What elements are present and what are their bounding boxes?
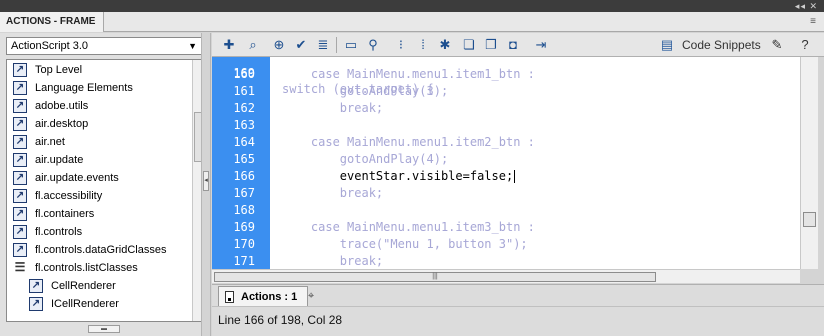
code-line: 161 gotoAndPlay(3);	[233, 84, 449, 98]
wizard-icon[interactable]: ✎	[768, 36, 786, 54]
code-line: 169 case MainMenu.menu1.item3_btn :	[233, 220, 535, 234]
package-icon: ↗	[13, 117, 27, 131]
frame-script-icon	[225, 291, 234, 303]
actions-toolbox: ActionScript 3.0 ▼ ↗ Top Level ↗ Language …	[0, 33, 207, 336]
package-icon: ↗	[13, 225, 27, 239]
actions-toolbar: ✚ ⌕ ⊕ ✔ ≣ ▭ ⚲ ⁝ ⁞ ✱ ❏ ❐ ◘ ⇥ ▤ Code Snipp…	[212, 33, 824, 57]
code-line-active: 166 eventStar.visible=false;	[233, 169, 516, 183]
class-icon: ↗	[29, 279, 43, 293]
language-version-dropdown[interactable]: ActionScript 3.0 ▼	[6, 37, 202, 55]
auto-format-icon[interactable]: ≣	[314, 36, 332, 54]
editor-horizontal-scrollbar[interactable]: |||	[212, 269, 800, 283]
panel-tab-row: ACTIONS - FRAME ≡	[0, 12, 824, 32]
package-icon: ↗	[13, 153, 27, 167]
panel-window-controls[interactable]: ◂◂ ✕	[795, 0, 818, 12]
chevron-down-icon[interactable]: ▼	[188, 38, 197, 54]
pane-splitter[interactable]: ◂	[201, 33, 211, 336]
panel-title-bar[interactable]: ◂◂ ✕	[0, 0, 824, 12]
panel-tab-actions-frame[interactable]: ACTIONS - FRAME	[0, 12, 104, 32]
script-tabs: Actions : 1 ⌖	[212, 284, 824, 307]
package-icon: ↗	[13, 63, 27, 77]
add-statement-icon[interactable]: ✚	[220, 36, 238, 54]
editor-vertical-scrollbar-thumb[interactable]	[803, 212, 816, 227]
collapse-selection-icon[interactable]: ⁞	[414, 36, 432, 54]
code-line: 163	[233, 118, 255, 132]
package-icon: ↗	[13, 81, 27, 95]
tab-actions-1-label: Actions : 1	[241, 291, 298, 303]
code-line: 167 break;	[233, 186, 384, 200]
package-icon: ↗	[13, 135, 27, 149]
editor-vertical-scrollbar[interactable]	[800, 57, 818, 269]
toolbar-separator	[336, 37, 337, 53]
apply-block-comment-icon[interactable]: ❏	[460, 36, 478, 54]
code-line: 170 trace("Menu 1, button 3");	[233, 237, 528, 251]
expand-all-icon[interactable]: ✱	[436, 36, 454, 54]
collapse-toolbox-icon[interactable]: ◂	[203, 171, 209, 191]
status-bar: Line 166 of 198, Col 28	[212, 306, 824, 336]
package-icon: ↗	[13, 243, 27, 257]
toolbox-resize-handle[interactable]: ▬	[88, 325, 120, 333]
package-icon: ↗	[13, 207, 27, 221]
code-hint-icon[interactable]: ▭	[342, 36, 360, 54]
help-icon[interactable]: ?	[796, 36, 814, 54]
code-line: 162 break;	[233, 101, 384, 115]
apply-line-comment-icon[interactable]: ❐	[482, 36, 500, 54]
toolbox-tree[interactable]: ↗ Top Level ↗ Language Elements ↗ adobe.uti…	[6, 59, 202, 322]
find-icon[interactable]: ⌕	[244, 36, 262, 54]
code-line: 164 case MainMenu.menu1.item2_btn :	[233, 135, 535, 149]
code-line: 165 gotoAndPlay(4);	[233, 152, 449, 166]
class-icon: ↗	[29, 297, 43, 311]
editor-horizontal-scrollbar-thumb[interactable]: |||	[214, 272, 656, 282]
package-icon: ↗	[13, 171, 27, 185]
pin-script-icon[interactable]: ⌖	[308, 290, 314, 303]
insert-target-path-icon[interactable]: ⊕	[270, 36, 288, 54]
code-editor[interactable]: 169 switch (evt.target) { 160 case MainM…	[212, 57, 818, 269]
code-line: 171 break;	[233, 254, 384, 268]
code-snippets-label: Code Snippets	[682, 38, 761, 52]
language-version-value: ActionScript 3.0	[11, 40, 89, 52]
code-line: 168	[233, 203, 255, 217]
open-package-icon: ☰	[14, 260, 26, 274]
collapse-between-braces-icon[interactable]: ⁝	[392, 36, 410, 54]
text-caret	[514, 170, 516, 183]
package-icon: ↗	[13, 99, 27, 113]
code-line-partial: 169 switch (evt.target) {	[233, 66, 434, 96]
code-snippets-icon: ▤	[660, 37, 674, 52]
panel-menu-icon[interactable]: ≡	[810, 16, 816, 27]
remove-comment-icon[interactable]: ◘	[504, 36, 522, 54]
package-icon: ↗	[13, 189, 27, 203]
check-syntax-icon[interactable]: ✔	[292, 36, 310, 54]
tab-actions-1[interactable]: Actions : 1	[218, 286, 308, 307]
code-line: 160 case MainMenu.menu1.item1_btn :	[233, 67, 535, 81]
debug-options-icon[interactable]: ⚲	[364, 36, 382, 54]
show-hide-toolbox-icon[interactable]: ⇥	[532, 36, 550, 54]
